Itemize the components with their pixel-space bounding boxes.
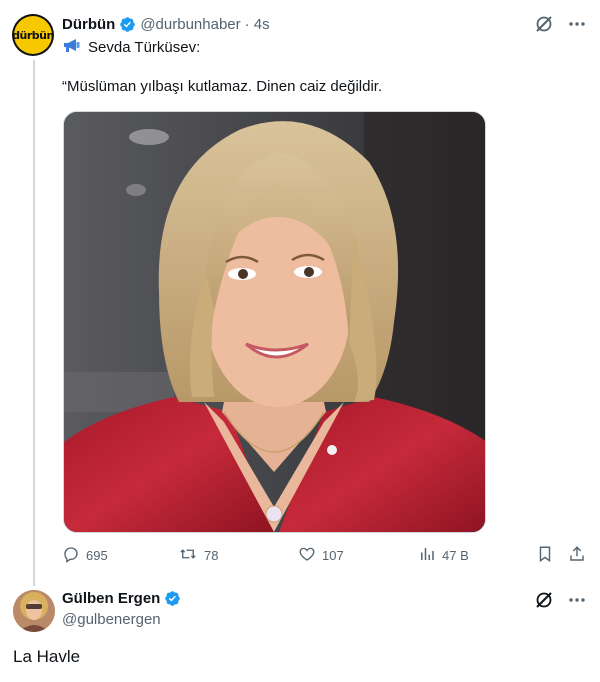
portrait-illustration [64, 112, 485, 532]
reply-count: 695 [86, 548, 108, 563]
author-avatar[interactable]: dürbün [12, 14, 54, 56]
reply-header: Gülben Ergen [62, 590, 181, 607]
bookmark-action[interactable] [536, 545, 554, 566]
bookmark-icon [536, 545, 554, 566]
reply-top-actions [534, 590, 586, 610]
like-action[interactable]: 107 [298, 545, 344, 566]
views-icon [418, 545, 436, 566]
thread-connector-line [33, 60, 35, 586]
grok-icon[interactable] [534, 590, 554, 610]
reply-action[interactable]: 695 [62, 545, 108, 566]
reply-author-avatar[interactable] [13, 590, 55, 632]
reply-author-name[interactable]: Gülben Ergen [62, 590, 160, 607]
views-count: 47 B [442, 548, 469, 563]
subline-text: Sevda Türküsev: [88, 38, 201, 56]
tweet-subline: Sevda Türküsev: [62, 37, 200, 57]
durbun-logo: dürbün [12, 16, 54, 54]
heart-icon [298, 545, 316, 566]
share-icon [568, 545, 586, 566]
author-name[interactable]: Dürbün [62, 16, 115, 33]
reply-body: La Havle [13, 647, 81, 666]
tweet-body: “Müslüman yılbaşı kutlamaz. Dinen caiz d… [62, 78, 383, 95]
verified-badge-icon [119, 16, 136, 33]
megaphone-icon [62, 37, 82, 57]
tweet-top-actions [534, 14, 586, 34]
tweet-photo[interactable] [63, 111, 486, 533]
more-options-icon[interactable] [568, 15, 586, 33]
more-options-icon[interactable] [568, 591, 586, 609]
reply-author-handle[interactable]: @gulbenergen [62, 611, 161, 628]
tweet-action-bar: 695 78 107 47 B [62, 545, 588, 567]
tweet-timestamp[interactable]: · 4s [245, 16, 270, 33]
views-action[interactable]: 47 B [418, 545, 469, 566]
reply-icon [62, 545, 80, 566]
retweet-action[interactable]: 78 [178, 545, 218, 566]
retweet-count: 78 [204, 548, 219, 563]
share-action[interactable] [568, 545, 586, 566]
retweet-icon [178, 545, 198, 566]
avatar-logo-text: dürbün [12, 28, 54, 42]
verified-badge-icon [164, 590, 181, 607]
author-handle[interactable]: @durbunhaber [140, 16, 240, 33]
like-count: 107 [322, 548, 344, 563]
tweet-header: Dürbün @durbunhaber · 4s [62, 14, 270, 34]
grok-icon[interactable] [534, 14, 554, 34]
